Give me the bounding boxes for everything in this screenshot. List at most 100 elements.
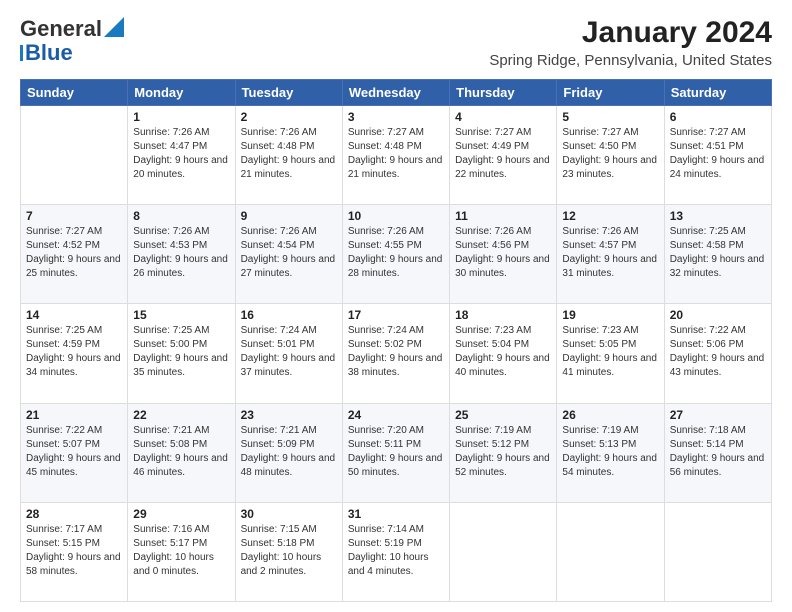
day-number: 2 <box>241 110 337 124</box>
day-number: 9 <box>241 209 337 223</box>
cell-info: Sunrise: 7:17 AM Sunset: 5:15 PM Dayligh… <box>26 523 122 579</box>
cell-info: Sunrise: 7:27 AM Sunset: 4:51 PM Dayligh… <box>670 126 766 182</box>
cell-3-3: 16Sunrise: 7:24 AM Sunset: 5:01 PM Dayli… <box>235 304 342 403</box>
logo: General Blue <box>20 16 124 66</box>
day-number: 7 <box>26 209 122 223</box>
header: General Blue January 2024 Spring Ridge, … <box>20 16 772 69</box>
day-number: 18 <box>455 308 551 322</box>
day-number: 5 <box>562 110 658 124</box>
cell-4-3: 23 Sunrise: 7:21 AM Sunset: 5:09 PM Dayli… <box>235 403 342 502</box>
cell-4-7: 27Sunrise: 7:18 AM Sunset: 5:14 PM Dayli… <box>664 403 771 502</box>
day-number: 25 <box>455 408 551 422</box>
cell-1-2: 1 Sunrise: 7:26 AM Sunset: 4:47 PM Daylig… <box>128 106 235 205</box>
cell-info: Sunrise: 7:18 AM Sunset: 5:14 PM Dayligh… <box>670 424 766 480</box>
cell-info: Sunrise: 7:25 AM Sunset: 5:00 PM Dayligh… <box>133 324 229 380</box>
cell-3-2: 15 Sunrise: 7:25 AM Sunset: 5:00 PM Dayli… <box>128 304 235 403</box>
cell-info: Sunrise: 7:26 AM Sunset: 4:57 PM Dayligh… <box>562 225 658 281</box>
cell-1-1 <box>21 106 128 205</box>
cell-info: Sunrise: 7:22 AM Sunset: 5:07 PM Dayligh… <box>26 424 122 480</box>
cell-4-1: 21 Sunrise: 7:22 AM Sunset: 5:07 PM Dayli… <box>21 403 128 502</box>
day-number: 21 <box>26 408 122 422</box>
cell-info: Sunrise: 7:26 AM Sunset: 4:55 PM Dayligh… <box>348 225 444 281</box>
cell-info: Sunrise: 7:21 AM Sunset: 5:09 PM Dayligh… <box>241 424 337 480</box>
day-number: 3 <box>348 110 444 124</box>
cell-4-4: 24Sunrise: 7:20 AM Sunset: 5:11 PM Dayli… <box>342 403 449 502</box>
cell-5-2: 29 Sunrise: 7:16 AM Sunset: 5:17 PM Dayli… <box>128 502 235 601</box>
day-number: 26 <box>562 408 658 422</box>
month-title: January 2024 <box>489 16 772 50</box>
logo-blue: Blue <box>25 40 73 66</box>
week-row-1: 1 Sunrise: 7:26 AM Sunset: 4:47 PM Daylig… <box>21 106 772 205</box>
day-number: 15 <box>133 308 229 322</box>
cell-4-6: 26 Sunrise: 7:19 AM Sunset: 5:13 PM Dayli… <box>557 403 664 502</box>
cell-2-1: 7Sunrise: 7:27 AM Sunset: 4:52 PM Daylig… <box>21 205 128 304</box>
day-number: 11 <box>455 209 551 223</box>
cell-3-6: 19Sunrise: 7:23 AM Sunset: 5:05 PM Dayli… <box>557 304 664 403</box>
cell-2-2: 8Sunrise: 7:26 AM Sunset: 4:53 PM Daylig… <box>128 205 235 304</box>
cell-info: Sunrise: 7:16 AM Sunset: 5:17 PM Dayligh… <box>133 523 229 579</box>
cell-info: Sunrise: 7:25 AM Sunset: 4:58 PM Dayligh… <box>670 225 766 281</box>
week-row-4: 21 Sunrise: 7:22 AM Sunset: 5:07 PM Dayli… <box>21 403 772 502</box>
logo-bar <box>20 45 23 61</box>
header-row: SundayMondayTuesdayWednesdayThursdayFrid… <box>21 80 772 106</box>
cell-5-5 <box>450 502 557 601</box>
col-header-tuesday: Tuesday <box>235 80 342 106</box>
cell-5-6 <box>557 502 664 601</box>
col-header-monday: Monday <box>128 80 235 106</box>
day-number: 22 <box>133 408 229 422</box>
cell-info: Sunrise: 7:19 AM Sunset: 5:12 PM Dayligh… <box>455 424 551 480</box>
day-number: 19 <box>562 308 658 322</box>
col-header-thursday: Thursday <box>450 80 557 106</box>
cell-info: Sunrise: 7:26 AM Sunset: 4:56 PM Dayligh… <box>455 225 551 281</box>
cell-info: Sunrise: 7:26 AM Sunset: 4:54 PM Dayligh… <box>241 225 337 281</box>
cell-3-1: 14Sunrise: 7:25 AM Sunset: 4:59 PM Dayli… <box>21 304 128 403</box>
col-header-saturday: Saturday <box>664 80 771 106</box>
day-number: 12 <box>562 209 658 223</box>
cell-info: Sunrise: 7:26 AM Sunset: 4:48 PM Dayligh… <box>241 126 337 182</box>
cell-info: Sunrise: 7:27 AM Sunset: 4:48 PM Dayligh… <box>348 126 444 182</box>
cell-info: Sunrise: 7:26 AM Sunset: 4:47 PM Dayligh… <box>133 126 229 182</box>
cell-info: Sunrise: 7:27 AM Sunset: 4:49 PM Dayligh… <box>455 126 551 182</box>
cell-1-7: 6 Sunrise: 7:27 AM Sunset: 4:51 PM Daylig… <box>664 106 771 205</box>
title-block: January 2024 Spring Ridge, Pennsylvania,… <box>489 16 772 69</box>
cell-info: Sunrise: 7:22 AM Sunset: 5:06 PM Dayligh… <box>670 324 766 380</box>
day-number: 29 <box>133 507 229 521</box>
week-row-5: 28Sunrise: 7:17 AM Sunset: 5:15 PM Dayli… <box>21 502 772 601</box>
calendar-table: SundayMondayTuesdayWednesdayThursdayFrid… <box>20 79 772 602</box>
location: Spring Ridge, Pennsylvania, United State… <box>489 52 772 69</box>
cell-1-3: 2 Sunrise: 7:26 AM Sunset: 4:48 PM Daylig… <box>235 106 342 205</box>
day-number: 17 <box>348 308 444 322</box>
cell-3-7: 20Sunrise: 7:22 AM Sunset: 5:06 PM Dayli… <box>664 304 771 403</box>
cell-info: Sunrise: 7:23 AM Sunset: 5:04 PM Dayligh… <box>455 324 551 380</box>
cell-info: Sunrise: 7:15 AM Sunset: 5:18 PM Dayligh… <box>241 523 337 579</box>
day-number: 1 <box>133 110 229 124</box>
cell-info: Sunrise: 7:19 AM Sunset: 5:13 PM Dayligh… <box>562 424 658 480</box>
cell-2-7: 13 Sunrise: 7:25 AM Sunset: 4:58 PM Dayli… <box>664 205 771 304</box>
cell-info: Sunrise: 7:27 AM Sunset: 4:50 PM Dayligh… <box>562 126 658 182</box>
cell-5-4: 31Sunrise: 7:14 AM Sunset: 5:19 PM Dayli… <box>342 502 449 601</box>
cell-info: Sunrise: 7:20 AM Sunset: 5:11 PM Dayligh… <box>348 424 444 480</box>
day-number: 6 <box>670 110 766 124</box>
cell-5-1: 28Sunrise: 7:17 AM Sunset: 5:15 PM Dayli… <box>21 502 128 601</box>
cell-1-4: 3 Sunrise: 7:27 AM Sunset: 4:48 PM Daylig… <box>342 106 449 205</box>
day-number: 23 <box>241 408 337 422</box>
col-header-wednesday: Wednesday <box>342 80 449 106</box>
cell-info: Sunrise: 7:21 AM Sunset: 5:08 PM Dayligh… <box>133 424 229 480</box>
day-number: 13 <box>670 209 766 223</box>
cell-info: Sunrise: 7:24 AM Sunset: 5:02 PM Dayligh… <box>348 324 444 380</box>
cell-4-5: 25 Sunrise: 7:19 AM Sunset: 5:12 PM Dayli… <box>450 403 557 502</box>
cell-info: Sunrise: 7:14 AM Sunset: 5:19 PM Dayligh… <box>348 523 444 579</box>
week-row-3: 14Sunrise: 7:25 AM Sunset: 4:59 PM Dayli… <box>21 304 772 403</box>
logo-general: General <box>20 16 102 42</box>
day-number: 16 <box>241 308 337 322</box>
cell-3-4: 17 Sunrise: 7:24 AM Sunset: 5:02 PM Dayli… <box>342 304 449 403</box>
day-number: 8 <box>133 209 229 223</box>
cell-2-4: 10Sunrise: 7:26 AM Sunset: 4:55 PM Dayli… <box>342 205 449 304</box>
page: General Blue January 2024 Spring Ridge, … <box>0 0 792 612</box>
col-header-sunday: Sunday <box>21 80 128 106</box>
cell-4-2: 22 Sunrise: 7:21 AM Sunset: 5:08 PM Dayli… <box>128 403 235 502</box>
cell-5-7 <box>664 502 771 601</box>
cell-1-5: 4Sunrise: 7:27 AM Sunset: 4:49 PM Daylig… <box>450 106 557 205</box>
cell-1-6: 5 Sunrise: 7:27 AM Sunset: 4:50 PM Daylig… <box>557 106 664 205</box>
cell-2-5: 11 Sunrise: 7:26 AM Sunset: 4:56 PM Dayli… <box>450 205 557 304</box>
